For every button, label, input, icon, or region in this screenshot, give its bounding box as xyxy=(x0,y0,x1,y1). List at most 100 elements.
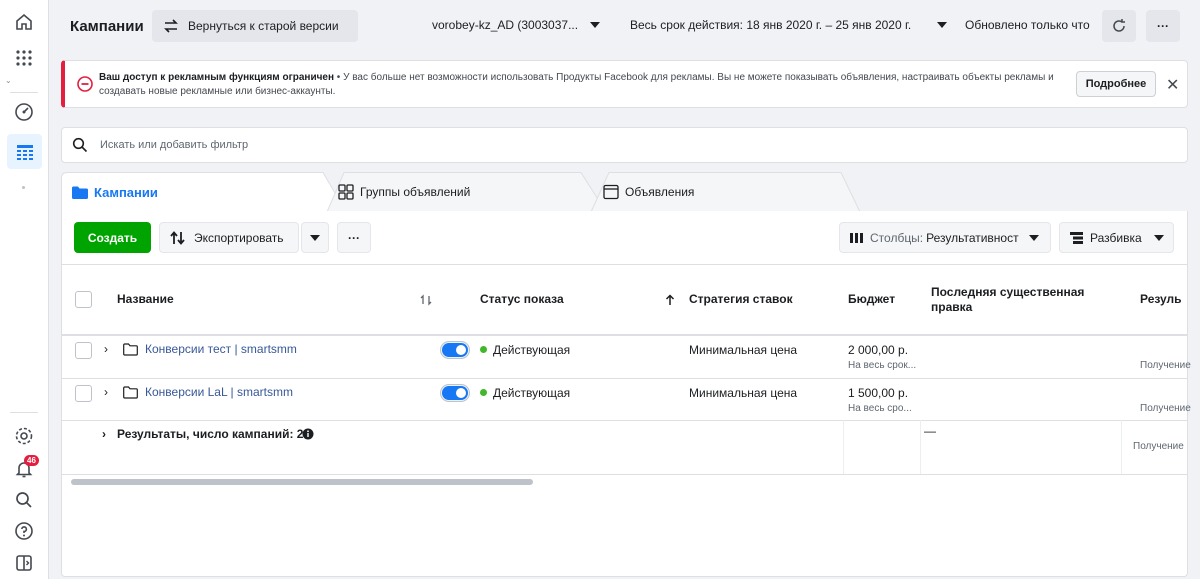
select-all-checkbox[interactable] xyxy=(75,291,92,308)
gear-icon[interactable] xyxy=(13,425,35,447)
search-icon[interactable] xyxy=(13,489,35,511)
campaign-toggle[interactable] xyxy=(440,341,470,359)
column-separator xyxy=(920,420,921,475)
dashboard-gauge-icon[interactable] xyxy=(13,101,35,123)
date-range-selector[interactable]: Весь срок действия: 18 янв 2020 г. – 25 … xyxy=(630,18,911,32)
side-panel-icon[interactable] xyxy=(13,552,35,574)
row-checkbox[interactable] xyxy=(75,342,92,359)
row-divider xyxy=(61,420,1188,421)
ad-window-icon xyxy=(603,184,619,200)
budget-cell[interactable]: 2 000,00 р. xyxy=(848,343,908,357)
bid-strategy-cell: Минимальная цена xyxy=(689,386,798,400)
close-icon[interactable]: ✕ xyxy=(1166,75,1179,95)
sort-icon[interactable] xyxy=(420,294,432,306)
header-more-button[interactable]: ··· xyxy=(1146,10,1180,42)
column-header-status[interactable]: Статус показа xyxy=(480,292,564,306)
left-rail: ⌄ 46 xyxy=(0,0,49,579)
budget-note: На весь сро... xyxy=(848,403,912,414)
header-divider xyxy=(61,334,1188,336)
status-active-dot xyxy=(480,346,487,353)
back-to-old-version-button[interactable]: Вернуться к старой версии xyxy=(152,10,358,42)
column-header-results[interactable]: Резуль xyxy=(1140,292,1182,306)
alert-title: Ваш доступ к рекламным функциям ограниче… xyxy=(99,72,335,83)
row-checkbox[interactable] xyxy=(75,385,92,402)
column-separator xyxy=(1121,420,1122,475)
column-header-last-edit[interactable]: Последняя существенная правка xyxy=(931,285,1121,315)
horizontal-scrollbar[interactable] xyxy=(71,479,533,485)
rail-divider xyxy=(10,92,38,93)
toggle-knob xyxy=(442,343,468,357)
filter-search-bar xyxy=(61,127,1188,163)
create-button[interactable]: Создать xyxy=(74,222,151,253)
expand-chevron-icon[interactable]: › xyxy=(104,342,108,356)
export-arrows-icon xyxy=(170,230,185,245)
budget-cell[interactable]: 1 500,00 р. xyxy=(848,386,908,400)
account-chevron-down-icon[interactable] xyxy=(590,22,600,28)
summary-results-note: Получение xyxy=(1133,441,1184,452)
toolbar-more-button[interactable]: ··· xyxy=(337,222,371,253)
tab-ad-sets[interactable]: Группы объявлений xyxy=(338,172,470,212)
status-cell: Действующая xyxy=(493,386,571,400)
more-dots-icon: ··· xyxy=(1157,19,1169,33)
campaign-toggle[interactable] xyxy=(440,384,470,402)
switch-arrows-icon xyxy=(164,19,178,33)
chevron-down-icon xyxy=(1028,234,1039,241)
column-header-name[interactable]: Название xyxy=(117,292,174,306)
summary-last-edit: — xyxy=(924,424,936,438)
refresh-icon xyxy=(1113,19,1125,32)
sort-ascending-icon[interactable] xyxy=(665,294,675,306)
export-label: Экспортировать xyxy=(194,230,284,245)
folder-icon xyxy=(72,186,88,199)
columns-prefix: Столбцы: xyxy=(870,230,924,245)
breakdown-button[interactable]: Разбивка xyxy=(1059,222,1174,253)
columns-value: Результативност xyxy=(926,230,1019,245)
page-title: Кампании xyxy=(70,18,144,35)
toggle-knob xyxy=(442,386,468,400)
tab-ads-label: Объявления xyxy=(625,185,695,199)
row-divider xyxy=(61,378,1188,379)
breakdown-label: Разбивка xyxy=(1090,230,1142,245)
search-input[interactable] xyxy=(100,136,1000,154)
tab-campaigns[interactable]: Кампании xyxy=(72,172,158,212)
help-icon[interactable] xyxy=(13,520,35,542)
chevron-down-icon[interactable]: ⌄ xyxy=(5,76,12,85)
table-bottom-border xyxy=(61,474,1188,475)
expand-chevron-icon[interactable]: › xyxy=(104,385,108,399)
home-icon[interactable] xyxy=(13,11,35,33)
expand-chevron-icon[interactable]: › xyxy=(102,427,106,441)
column-header-budget[interactable]: Бюджет xyxy=(848,292,895,306)
chevron-down-icon xyxy=(1153,234,1164,241)
status-active-dot xyxy=(480,389,487,396)
access-restricted-alert: Ваш доступ к рекламным функциям ограниче… xyxy=(61,60,1188,108)
refresh-button[interactable] xyxy=(1102,10,1136,42)
campaign-name-link[interactable]: Конверсии тест | smartsmm xyxy=(145,342,297,356)
updated-status: Обновлено только что xyxy=(965,18,1090,32)
notifications-badge: 46 xyxy=(24,455,39,466)
campaign-name-link[interactable]: Конверсии LaL | smartsmm xyxy=(145,385,293,399)
folder-icon xyxy=(123,386,138,399)
ad-account-selector[interactable]: vorobey-kz_AD (3003037... xyxy=(432,18,578,32)
rail-divider-bottom xyxy=(10,412,38,413)
search-icon xyxy=(72,137,88,153)
grid-icon xyxy=(338,184,354,200)
export-dropdown-button[interactable] xyxy=(301,222,329,253)
tab-ads[interactable]: Объявления xyxy=(603,172,694,212)
rail-dot xyxy=(22,186,25,189)
budget-note: На весь срок... xyxy=(848,360,917,371)
table-top-border xyxy=(61,264,1188,265)
summary-label: Результаты, число кампаний: 2 xyxy=(117,427,304,441)
column-separator xyxy=(843,420,844,475)
apps-grid-icon[interactable] xyxy=(13,47,35,69)
ads-manager-table-icon[interactable] xyxy=(7,134,42,169)
columns-selector-button[interactable]: Столбцы: Результативност xyxy=(839,222,1051,253)
more-dots-icon: ··· xyxy=(348,230,360,245)
info-icon[interactable] xyxy=(302,428,314,440)
column-header-bid-strategy[interactable]: Стратегия ставок xyxy=(689,292,793,306)
learn-more-button[interactable]: Подробнее xyxy=(1076,71,1156,97)
export-button[interactable]: Экспортировать xyxy=(159,222,299,253)
breakdown-icon xyxy=(1070,231,1083,244)
alert-text: Ваш доступ к рекламным функциям ограниче… xyxy=(99,71,1059,99)
status-cell: Действующая xyxy=(493,343,571,357)
columns-icon xyxy=(850,232,863,243)
date-chevron-down-icon[interactable] xyxy=(937,22,947,28)
